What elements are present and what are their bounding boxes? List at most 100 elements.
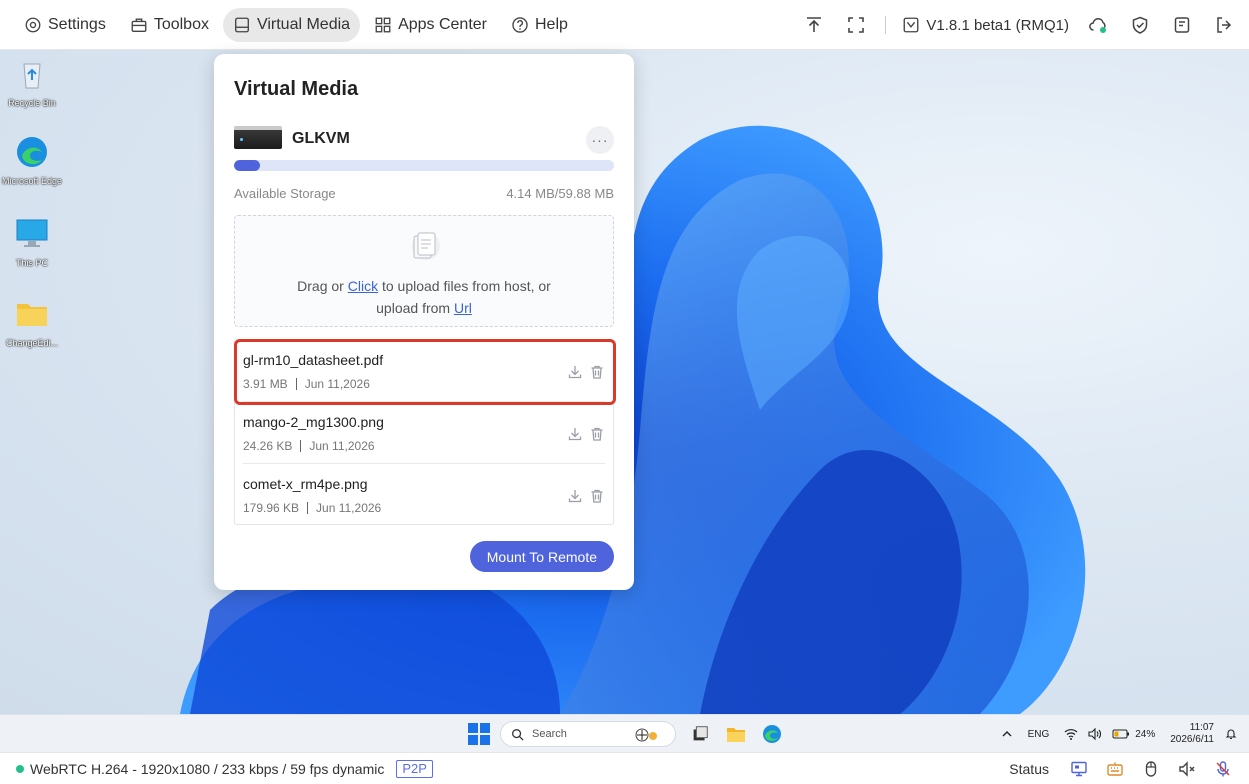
storage-progress-bar: [234, 160, 614, 171]
toolbar-divider: [885, 16, 887, 34]
file-row[interactable]: mango-2_mg1300.png 24.26 KB Jun 11,2026: [243, 402, 605, 464]
desktop-icon-label: Microsoft Edge: [1, 176, 63, 186]
windows-start-icon[interactable]: [468, 723, 490, 745]
desktop-icon-folder[interactable]: ChangeEdi...: [1, 296, 63, 349]
upload-url-link[interactable]: Url: [454, 300, 472, 316]
storage-value: 4.14 MB/59.88 MB: [506, 186, 614, 201]
download-icon[interactable]: [567, 488, 583, 504]
delete-icon[interactable]: [589, 364, 605, 380]
search-highlight-icon: [635, 728, 657, 742]
file-explorer-task-icon[interactable]: [688, 722, 712, 746]
language-indicator[interactable]: ENG: [1028, 729, 1050, 740]
status-label[interactable]: Status: [1009, 761, 1049, 777]
desktop-icon-this-pc[interactable]: This PC: [1, 216, 63, 269]
volume-icon[interactable]: [1088, 728, 1102, 740]
version-indicator[interactable]: V1.8.1 beta1 (RMQ1): [902, 16, 1069, 34]
file-size: 179.96 KB: [243, 501, 300, 515]
file-size: 3.91 MB: [243, 377, 288, 391]
battery-icon[interactable]: [1112, 729, 1130, 739]
clipboard-icon[interactable]: [1171, 14, 1193, 36]
desktop-icon-edge[interactable]: Microsoft Edge: [1, 134, 63, 187]
upload-dropzone[interactable]: Drag or Click to upload files from host,…: [234, 215, 614, 327]
gear-icon: [25, 17, 41, 32]
nav-virtual-media[interactable]: Virtual Media: [222, 7, 361, 42]
meta-divider: [295, 378, 297, 390]
taskbar-clock[interactable]: 11:07 2026/6/11: [1170, 722, 1214, 746]
file-actions: [561, 426, 605, 442]
upload-text-1: Drag or: [297, 278, 348, 294]
file-date: Jun 11,2026: [309, 439, 375, 453]
apps-icon: [375, 17, 391, 32]
cloud-icon[interactable]: [1087, 14, 1109, 36]
kvm-device-icon: [234, 126, 282, 149]
file-meta: 179.96 KB Jun 11,2026: [243, 501, 381, 515]
clock-date: 2026/6/11: [1170, 734, 1214, 745]
folder-icon: [17, 304, 47, 326]
clock-time: 11:07: [1189, 722, 1214, 733]
desktop-icon-recycle-bin[interactable]: Recycle Bin: [1, 56, 63, 109]
delete-icon[interactable]: [589, 426, 605, 442]
nav-apps-center[interactable]: Apps Center: [364, 8, 497, 42]
upload-text-3: upload from: [376, 300, 454, 316]
storage-info: Available Storage 4.14 MB/59.88 MB: [234, 186, 614, 201]
windows-taskbar: Search ENG 24% 11:07 2026/6/11: [0, 714, 1249, 752]
file-row[interactable]: gl-rm10_datasheet.pdf 3.91 MB Jun 11,202…: [243, 340, 605, 402]
nav-toolbox[interactable]: Toolbox: [120, 8, 219, 42]
system-tray: ENG 24% 11:07 2026/6/11: [996, 715, 1249, 753]
nav-help[interactable]: Help: [501, 8, 578, 42]
nav-virtual-media-label: Virtual Media: [256, 15, 351, 33]
desktop-icon-label: This PC: [15, 258, 48, 268]
wifi-icon[interactable]: [1064, 728, 1078, 740]
nav-settings[interactable]: Settings: [14, 8, 116, 42]
taskbar-search-label: Search: [532, 728, 567, 740]
delete-icon[interactable]: [589, 488, 605, 504]
file-meta: 3.91 MB Jun 11,2026: [243, 377, 370, 391]
storage-label: Available Storage: [234, 186, 336, 201]
keyboard-icon[interactable]: [1105, 759, 1125, 779]
nav-toolbox-label: Toolbox: [153, 15, 209, 33]
chevron-up-icon[interactable]: [1001, 728, 1013, 740]
nav-help-label: Help: [535, 15, 568, 33]
upload-to-top-icon[interactable]: [803, 14, 825, 36]
help-icon: [512, 16, 528, 33]
download-icon[interactable]: [567, 364, 583, 380]
p2p-badge: P2P: [396, 759, 433, 778]
desktop-icon-label: ChangeEdi...: [5, 338, 59, 348]
mount-to-remote-button[interactable]: Mount To Remote: [469, 541, 614, 572]
mouse-icon[interactable]: [1141, 759, 1161, 779]
file-meta: 24.26 KB Jun 11,2026: [243, 439, 375, 453]
connection-status-dot: [16, 764, 24, 773]
virtual-media-panel: Virtual Media GLKVM ··· Available Storag…: [214, 54, 634, 590]
file-name: gl-rm10_datasheet.pdf: [243, 352, 384, 368]
folder-task-icon[interactable]: [724, 722, 748, 746]
status-bar: WebRTC H.264 - 1920x1080 / 233 kbps / 59…: [0, 752, 1249, 784]
device-row: GLKVM ···: [234, 124, 614, 154]
file-date: Jun 11,2026: [304, 377, 370, 391]
more-options-button[interactable]: ···: [586, 126, 614, 154]
speaker-muted-icon[interactable]: [1177, 759, 1197, 779]
file-name: mango-2_mg1300.png: [243, 414, 384, 430]
toolbox-icon: [131, 17, 147, 32]
file-actions: [561, 488, 605, 504]
edge-icon: [17, 137, 47, 167]
file-row[interactable]: comet-x_rm4pe.png 179.96 KB Jun 11,2026: [243, 464, 605, 526]
shield-icon[interactable]: [1129, 14, 1151, 36]
download-icon[interactable]: [567, 426, 583, 442]
monitor-icon[interactable]: [1069, 759, 1089, 779]
file-list: gl-rm10_datasheet.pdf 3.91 MB Jun 11,202…: [234, 339, 614, 525]
meta-divider: [300, 440, 302, 452]
version-label: V1.8.1 beta1 (RMQ1): [926, 16, 1069, 34]
logout-icon[interactable]: [1213, 14, 1235, 36]
firmware-icon: [903, 17, 919, 33]
taskbar-search[interactable]: Search: [500, 721, 676, 747]
notification-bell-icon[interactable]: [1225, 728, 1237, 740]
edge-task-icon[interactable]: [760, 722, 784, 746]
drive-icon: [234, 17, 249, 32]
upload-click-link[interactable]: Click: [348, 278, 378, 294]
microphone-muted-icon[interactable]: [1213, 759, 1233, 779]
storage-progress-fill: [234, 160, 261, 171]
desktop-icon-label: Recycle Bin: [8, 98, 56, 108]
computer-icon: [16, 219, 48, 247]
fullscreen-icon[interactable]: [845, 14, 867, 36]
file-name: comet-x_rm4pe.png: [243, 476, 368, 492]
